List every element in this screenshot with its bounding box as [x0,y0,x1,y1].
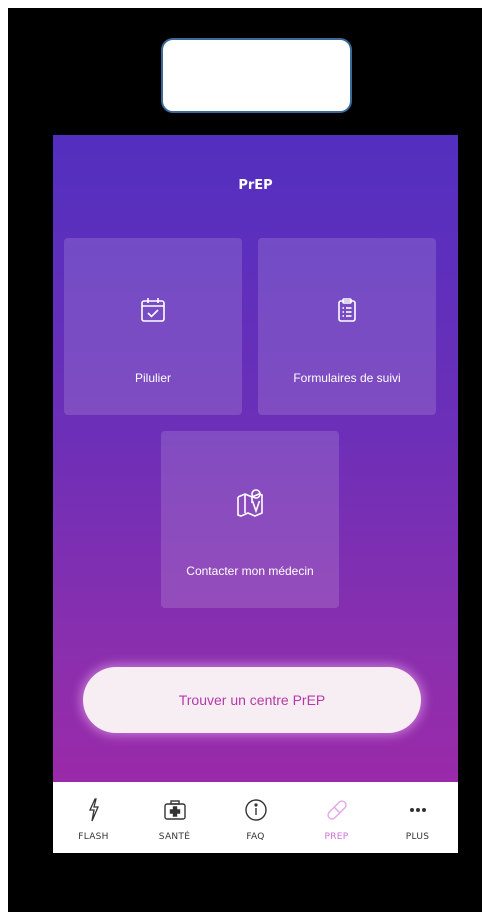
more-dots-icon [377,798,458,822]
bottom-tab-bar: FLASH SANTÉ FAQ PREP PLUS [53,782,458,853]
tile-label: Formulaires de suivi [293,371,401,385]
tile-contacter-medecin[interactable]: Contacter mon médecin [161,431,339,608]
tab-flash[interactable]: FLASH [53,782,134,853]
tab-prep[interactable]: PREP [296,782,377,853]
find-center-button[interactable]: Trouver un centre PrEP [83,667,421,733]
calendar-check-icon [64,296,242,324]
gradient-background: PrEP Pilulier Formulaires de suivi Conta… [53,135,458,782]
tab-label: FAQ [246,832,265,842]
tile-formulaires[interactable]: Formulaires de suivi [258,238,436,415]
tab-label: PLUS [405,832,430,842]
tab-label: FLASH [78,832,109,842]
device-frame: PrEP Pilulier Formulaires de suivi Conta… [8,8,482,912]
tab-label: PREP [324,832,349,842]
pill-icon [296,798,377,822]
tile-pilulier[interactable]: Pilulier [64,238,242,415]
page-title: PrEP [238,178,273,193]
device-notch [161,38,352,113]
tab-plus[interactable]: PLUS [377,782,458,853]
lightning-icon [53,798,134,822]
map-pin-icon [161,489,339,519]
info-icon [215,798,296,822]
clipboard-list-icon [258,296,436,324]
tile-label: Contacter mon médecin [186,564,314,578]
tab-label: SANTÉ [158,832,191,842]
medical-kit-icon [134,798,215,822]
tab-faq[interactable]: FAQ [215,782,296,853]
tab-sante[interactable]: SANTÉ [134,782,215,853]
app-screen: PrEP Pilulier Formulaires de suivi Conta… [53,135,458,853]
tile-label: Pilulier [134,371,171,385]
